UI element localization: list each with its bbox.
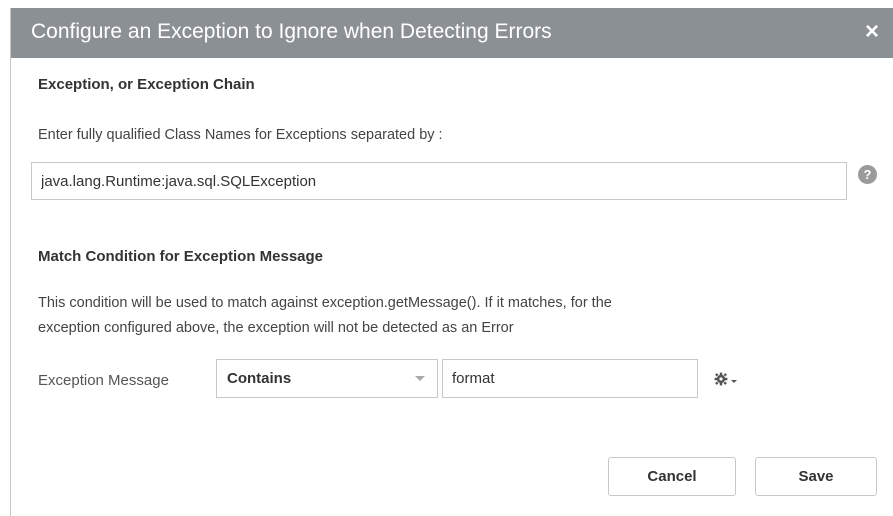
- match-condition-selected: Contains: [227, 370, 292, 387]
- exception-message-label: Exception Message: [38, 372, 169, 389]
- exception-chain-heading: Exception, or Exception Chain: [38, 76, 255, 93]
- help-icon[interactable]: ?: [858, 165, 877, 184]
- close-icon[interactable]: ×: [860, 20, 884, 44]
- exception-chain-input[interactable]: [31, 162, 847, 200]
- dialog-titlebar: Configure an Exception to Ignore when De…: [11, 8, 893, 58]
- exception-config-dialog: Configure an Exception to Ignore when De…: [10, 8, 893, 516]
- dialog-title: Configure an Exception to Ignore when De…: [31, 20, 552, 43]
- exception-chain-instructions: Enter fully qualified Class Names for Ex…: [38, 127, 443, 143]
- match-condition-description-line-1: This condition will be used to match aga…: [38, 295, 612, 311]
- gear-icon[interactable]: [713, 369, 743, 389]
- cancel-button[interactable]: Cancel: [608, 457, 736, 496]
- exception-message-input[interactable]: [442, 359, 698, 398]
- match-condition-heading: Match Condition for Exception Message: [38, 248, 324, 265]
- match-condition-select[interactable]: Contains: [216, 359, 438, 398]
- chevron-down-icon: [415, 376, 425, 381]
- save-button[interactable]: Save: [755, 457, 877, 496]
- match-condition-description-line-2: exception configured above, the exceptio…: [38, 320, 514, 336]
